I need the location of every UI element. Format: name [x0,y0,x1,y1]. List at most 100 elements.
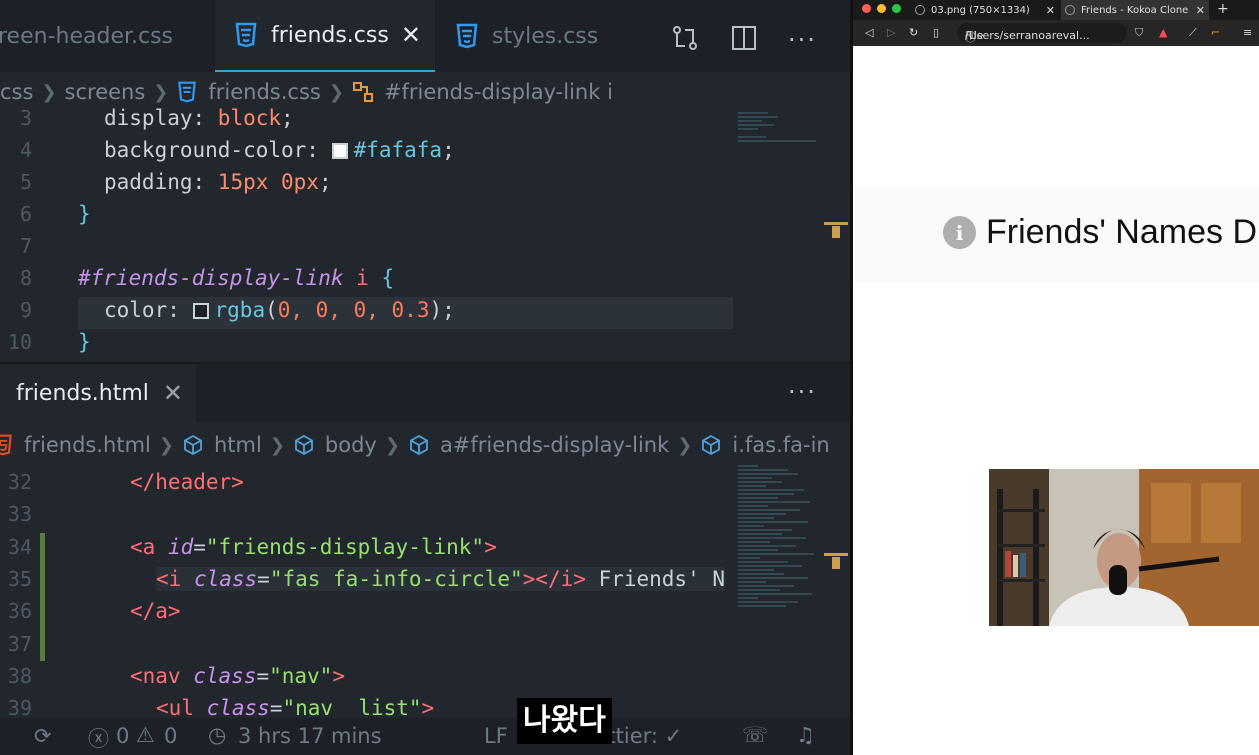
breadcrumb-item[interactable]: #friends-display-link i [384,80,613,104]
code-line: 32 </header> [0,466,850,498]
html-file-icon [0,434,12,456]
html-tag: <ul [156,696,194,720]
maximize-window-button[interactable] [892,4,901,13]
friends-display-link[interactable]: i Friends' Names D [943,213,1257,252]
breadcrumb-item[interactable]: i.fas.fa-in [732,433,829,457]
close-tab-icon[interactable]: ✕ [1046,4,1055,17]
breadcrumb-item[interactable]: css [0,80,33,104]
color-swatch[interactable] [331,143,348,159]
error-count[interactable]: 0 [116,724,129,748]
element-cube-icon [184,434,202,456]
browser-tab-image[interactable]: 03.png (750×1334) ✕ [911,0,1059,20]
css-property: display: [104,106,218,130]
semicolon: ; [442,298,455,322]
browser-tab-friends[interactable]: Friends - Kokoa Clone ✕ [1061,0,1209,20]
breadcrumb-item[interactable]: screens [65,80,146,104]
tab-screen-header-css[interactable]: reen-header.css [0,0,212,72]
end-of-line-status[interactable]: LF [484,724,508,748]
url-path: /Users/serranoareval... [965,29,1090,42]
html-string: "nav list" [282,696,422,720]
close-tab-icon[interactable]: ✕ [401,21,421,49]
tab-label: friends.css [271,22,389,48]
close-tab-icon[interactable]: ✕ [163,379,183,407]
scrollbar-thumb[interactable] [832,557,840,569]
breadcrumb-item[interactable]: html [214,433,262,457]
closing-brace: } [78,330,91,354]
close-tab-icon[interactable]: ✕ [1196,4,1205,17]
close-window-button[interactable] [862,4,871,13]
css-file-icon [178,81,197,103]
tab-friends-html[interactable]: friends.html ✕ [0,364,196,422]
breadcrumb-item[interactable]: a#friends-display-link [440,433,669,457]
code-editor: reen-header.css friends.css ✕ styles.css… [0,0,850,755]
chevron-right-icon: ❯ [41,81,57,103]
source-control-compare-icon[interactable] [671,24,699,52]
new-tab-button[interactable]: + [1217,1,1229,17]
forward-icon[interactable]: ▷ [887,26,895,39]
history-clock-icon[interactable]: ◷ [208,723,226,747]
html-string: "friends-display-link" [205,535,485,559]
css-property: color: [104,298,193,322]
semicolon: ; [442,138,455,162]
feedback-icon[interactable]: ☏ [742,723,768,747]
chevron-right-icon: ❯ [328,81,344,103]
breadcrumb-item[interactable]: friends.css [208,80,320,104]
element-cube-icon [295,434,313,456]
css-function: rgba [214,298,266,322]
minimap-bottom[interactable] [738,465,822,609]
code-line: 4 background-color: #fafafa; [0,134,850,166]
html-attribute: class [206,696,270,720]
line-number: 5 [19,170,32,194]
browser-tab-label: 03.png (750×1334) [931,4,1030,16]
minimap-top[interactable] [738,112,822,144]
more-actions-icon[interactable]: ··· [788,26,817,54]
scrollbar-marker [824,222,848,225]
warning-count[interactable]: 0 [164,724,177,748]
extension-icon[interactable]: ⟋ [1189,26,1197,40]
css-selector: #friends-display-link [78,266,344,290]
menu-icon[interactable]: ≡ [1243,26,1252,39]
brave-shield-icon[interactable]: ⛉ [1135,26,1143,40]
css-file-icon [235,22,257,48]
breadcrumb-item[interactable]: body [325,433,377,457]
reload-icon[interactable]: ↻ [909,26,918,39]
semicolon: ; [281,106,294,130]
css-file-icon [456,23,478,49]
code-line: 37 [0,628,850,660]
more-actions-icon[interactable]: ··· [788,378,817,406]
line-number: 38 [7,664,32,688]
line-number: 7 [19,234,32,258]
tab-friends-css[interactable]: friends.css ✕ [215,0,435,72]
wakatime-status[interactable]: 3 hrs 17 mins [238,724,382,748]
minimize-window-button[interactable] [877,4,886,13]
opening-brace: { [381,266,395,290]
tab-styles-css[interactable]: styles.css [456,0,646,72]
element-cube-icon [702,434,721,456]
color-swatch[interactable] [192,303,209,319]
browser-tab-label: Friends - Kokoa Clone [1081,4,1189,16]
element-cube-icon [410,434,428,456]
breadcrumb-item[interactable]: friends.html [24,433,151,457]
chevron-right-icon: ❯ [677,434,693,456]
errors-icon[interactable]: ⓧ [88,723,109,753]
editor-tab-bar-bottom: friends.html ✕ ··· [0,364,850,422]
back-icon[interactable]: ◁ [865,26,873,39]
code-line: 5 padding: 15px 0px; [0,166,850,198]
css-property: padding: [104,170,218,194]
css-function-args: 0, 0, 0, 0.3 [277,298,430,322]
code-line: 35 <i class="fas fa-info-circle"></i> Fr… [0,563,850,595]
line-number: 9 [19,298,32,322]
split-editor-icon[interactable] [730,24,758,52]
address-bar[interactable]: ⓘ File | /Users/serranoareval... [957,23,1127,43]
friends-display-link-text[interactable]: Friends' Names D [986,213,1257,252]
extension-icon[interactable]: ⌐ [1211,26,1220,39]
brave-rewards-icon[interactable]: ▲ [1159,26,1167,39]
notifications-bell-icon[interactable]: ♫ [796,723,815,747]
line-number: 33 [7,502,32,526]
bookmark-icon[interactable]: ▯ [933,26,939,39]
sync-icon[interactable]: ⟳ [34,724,52,748]
warning-icon[interactable]: ⚠ [136,723,155,747]
tab-label: reen-header.css [0,23,174,49]
scrollbar-thumb[interactable] [832,226,840,238]
line-number: 4 [19,138,32,162]
